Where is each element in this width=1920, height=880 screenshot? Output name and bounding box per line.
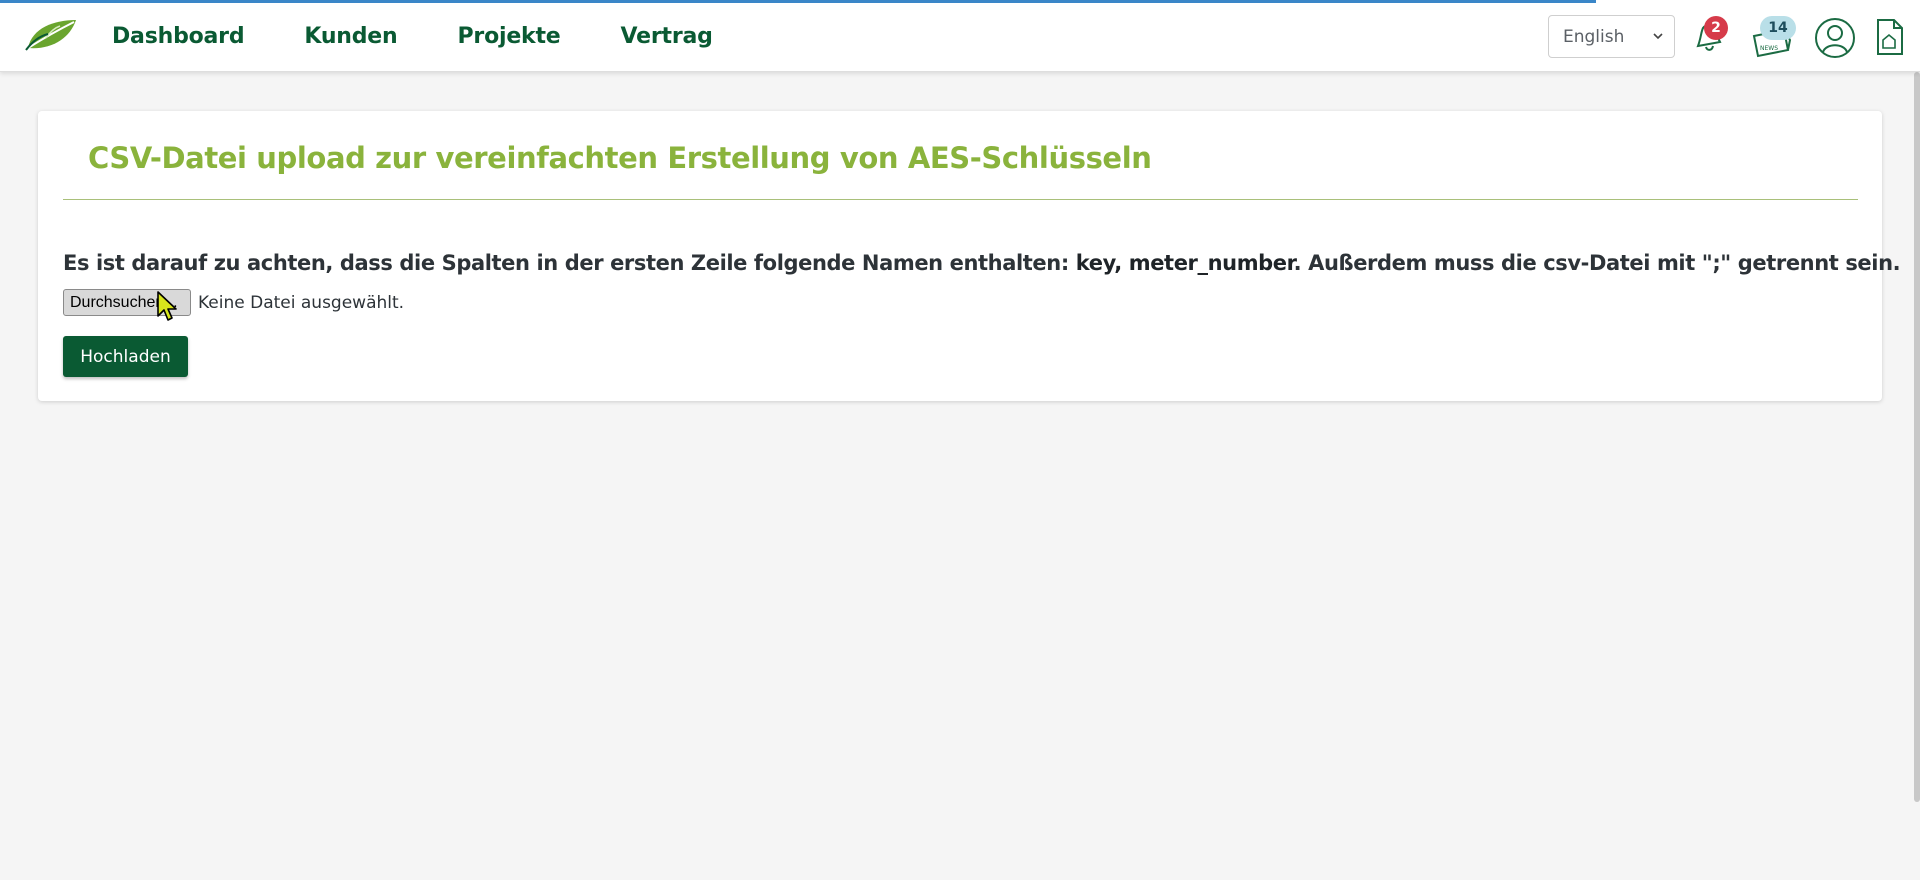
instruction-required-fields: key, meter_number [1075, 251, 1294, 275]
news-icon-label: NEWS [1760, 45, 1778, 52]
instruction-suffix: . Außerdem muss die csv-Datei mit ";" ge… [1293, 251, 1901, 275]
page-title: CSV-Datei upload zur vereinfachten Erste… [88, 141, 1152, 175]
nav-item-kunden[interactable]: Kunden [304, 24, 397, 49]
instruction-prefix: Es ist darauf zu achten, dass die Spalte… [63, 251, 1076, 275]
notifications-badge: 2 [1704, 16, 1728, 40]
upload-instruction: Es ist darauf zu achten, dass die Spalte… [63, 251, 1901, 275]
document-icon[interactable] [1874, 18, 1906, 56]
title-divider [63, 199, 1858, 200]
top-navigation-bar: Dashboard Kunden Projekte Vertrag Englis… [0, 0, 1920, 72]
page-load-progress [0, 0, 1596, 3]
file-status-text: Keine Datei ausgewählt. [198, 292, 405, 313]
leaf-logo-icon[interactable] [24, 18, 78, 52]
file-input[interactable]: Durchsuchen... Keine Datei ausgewählt. [63, 288, 404, 317]
nav-item-projekte[interactable]: Projekte [458, 24, 561, 49]
nav-item-vertrag[interactable]: Vertrag [621, 24, 713, 49]
page-scrollbar[interactable] [1914, 72, 1920, 802]
language-select-value: English [1563, 26, 1625, 47]
upload-button[interactable]: Hochladen [63, 336, 188, 377]
language-select[interactable]: English [1548, 15, 1675, 58]
chevron-down-icon [1653, 33, 1663, 40]
cursor-icon [157, 291, 177, 321]
news-badge: 14 [1760, 16, 1796, 40]
main-nav: Dashboard Kunden Projekte Vertrag [112, 0, 773, 72]
nav-item-dashboard[interactable]: Dashboard [112, 24, 245, 49]
user-icon[interactable] [1814, 17, 1856, 59]
csv-upload-card: CSV-Datei upload zur vereinfachten Erste… [38, 111, 1901, 401]
